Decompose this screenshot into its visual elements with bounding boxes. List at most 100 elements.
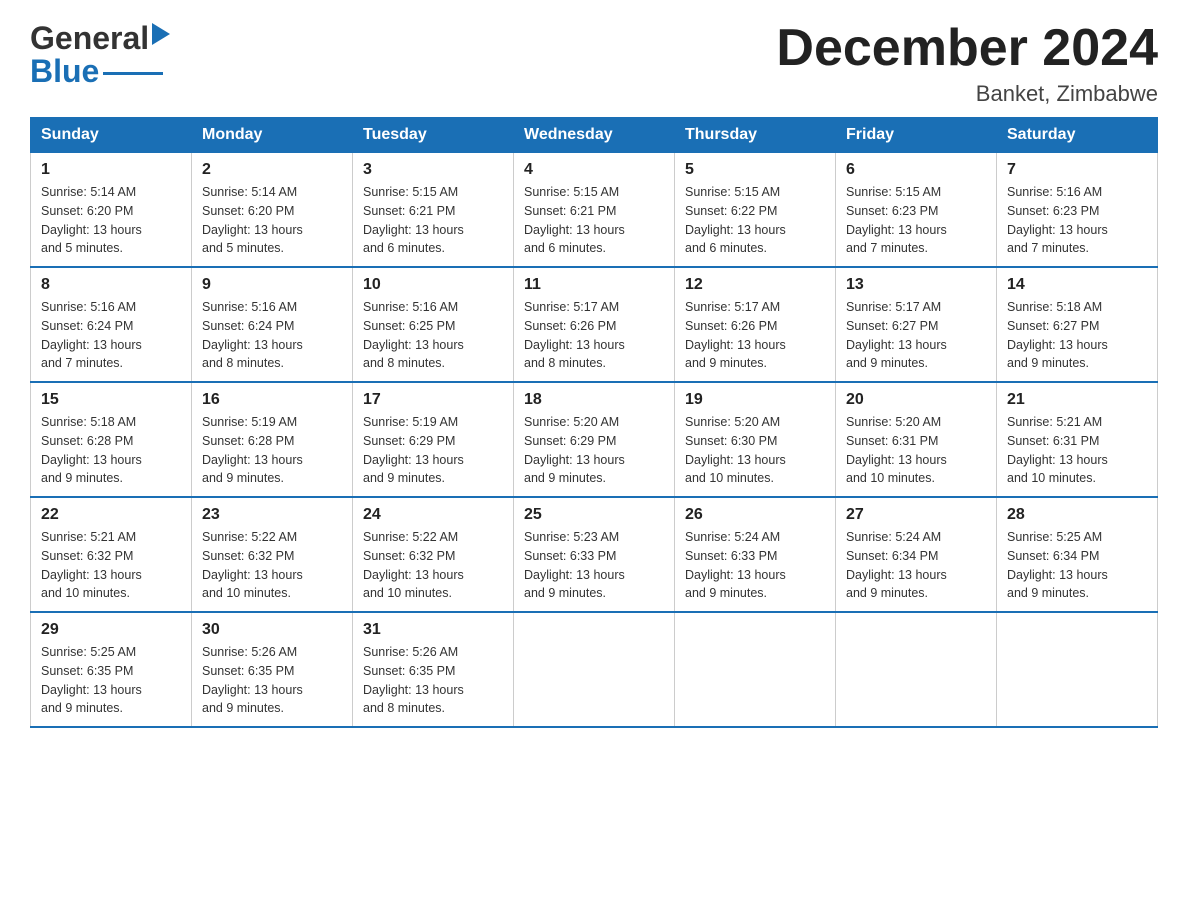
day-number: 5 [685, 161, 825, 179]
day-info: Sunrise: 5:14 AMSunset: 6:20 PMDaylight:… [202, 183, 342, 258]
calendar-cell: 13 Sunrise: 5:17 AMSunset: 6:27 PMDayligh… [836, 267, 997, 382]
day-number: 4 [524, 161, 664, 179]
day-number: 7 [1007, 161, 1147, 179]
day-number: 18 [524, 391, 664, 409]
calendar-cell [514, 612, 675, 727]
calendar-week-row: 1 Sunrise: 5:14 AMSunset: 6:20 PMDaylight… [31, 153, 1158, 268]
day-info: Sunrise: 5:16 AMSunset: 6:24 PMDaylight:… [41, 298, 181, 373]
calendar-cell: 23Sunrise: 5:22 AMSunset: 6:32 PMDayligh… [192, 497, 353, 612]
calendar-cell: 18 Sunrise: 5:20 AMSunset: 6:29 PMDayligh… [514, 382, 675, 497]
day-info: Sunrise: 5:19 AMSunset: 6:29 PMDaylight:… [363, 413, 503, 488]
calendar-cell: 14 Sunrise: 5:18 AMSunset: 6:27 PMDayligh… [997, 267, 1158, 382]
calendar-table: SundayMondayTuesdayWednesdayThursdayFrid… [30, 117, 1158, 728]
day-number: 12 [685, 276, 825, 294]
calendar-cell: 26Sunrise: 5:24 AMSunset: 6:33 PMDayligh… [675, 497, 836, 612]
day-info: Sunrise: 5:19 AMSunset: 6:28 PMDaylight:… [202, 413, 342, 488]
day-number: 9 [202, 276, 342, 294]
calendar-cell: 25Sunrise: 5:23 AMSunset: 6:33 PMDayligh… [514, 497, 675, 612]
day-info: Sunrise: 5:16 AMSunset: 6:25 PMDaylight:… [363, 298, 503, 373]
calendar-cell: 2 Sunrise: 5:14 AMSunset: 6:20 PMDaylight… [192, 153, 353, 268]
day-info: Sunrise: 5:15 AMSunset: 6:21 PMDaylight:… [363, 183, 503, 258]
calendar-cell: 21 Sunrise: 5:21 AMSunset: 6:31 PMDayligh… [997, 382, 1158, 497]
calendar-cell: 15Sunrise: 5:18 AMSunset: 6:28 PMDayligh… [31, 382, 192, 497]
day-number: 27 [846, 506, 986, 524]
day-info: Sunrise: 5:21 AMSunset: 6:32 PMDaylight:… [41, 528, 181, 603]
day-number: 2 [202, 161, 342, 179]
calendar-cell: 19 Sunrise: 5:20 AMSunset: 6:30 PMDayligh… [675, 382, 836, 497]
calendar-cell: 27 Sunrise: 5:24 AMSunset: 6:34 PMDayligh… [836, 497, 997, 612]
header-tuesday: Tuesday [353, 118, 514, 153]
location-subtitle: Banket, Zimbabwe [776, 81, 1158, 107]
calendar-cell: 31Sunrise: 5:26 AMSunset: 6:35 PMDayligh… [353, 612, 514, 727]
header-thursday: Thursday [675, 118, 836, 153]
day-info: Sunrise: 5:17 AMSunset: 6:26 PMDaylight:… [524, 298, 664, 373]
calendar-cell: 24Sunrise: 5:22 AMSunset: 6:32 PMDayligh… [353, 497, 514, 612]
day-number: 28 [1007, 506, 1147, 524]
calendar-week-row: 22 Sunrise: 5:21 AMSunset: 6:32 PMDayligh… [31, 497, 1158, 612]
day-number: 3 [363, 161, 503, 179]
title-area: December 2024 Banket, Zimbabwe [776, 20, 1158, 107]
day-number: 16 [202, 391, 342, 409]
day-info: Sunrise: 5:15 AMSunset: 6:22 PMDaylight:… [685, 183, 825, 258]
calendar-cell: 7 Sunrise: 5:16 AMSunset: 6:23 PMDaylight… [997, 153, 1158, 268]
day-number: 13 [846, 276, 986, 294]
day-number: 17 [363, 391, 503, 409]
day-info: Sunrise: 5:22 AMSunset: 6:32 PMDaylight:… [363, 528, 503, 603]
calendar-week-row: 8 Sunrise: 5:16 AMSunset: 6:24 PMDaylight… [31, 267, 1158, 382]
day-number: 31 [363, 621, 503, 639]
day-info: Sunrise: 5:23 AMSunset: 6:33 PMDaylight:… [524, 528, 664, 603]
day-info: Sunrise: 5:20 AMSunset: 6:29 PMDaylight:… [524, 413, 664, 488]
calendar-cell: 28 Sunrise: 5:25 AMSunset: 6:34 PMDayligh… [997, 497, 1158, 612]
day-number: 23 [202, 506, 342, 524]
calendar-cell: 6Sunrise: 5:15 AMSunset: 6:23 PMDaylight… [836, 153, 997, 268]
calendar-cell: 3 Sunrise: 5:15 AMSunset: 6:21 PMDaylight… [353, 153, 514, 268]
day-info: Sunrise: 5:25 AMSunset: 6:35 PMDaylight:… [41, 643, 181, 718]
calendar-cell: 5 Sunrise: 5:15 AMSunset: 6:22 PMDaylight… [675, 153, 836, 268]
calendar-cell [675, 612, 836, 727]
logo: General Blue [30, 20, 170, 90]
day-number: 1 [41, 161, 181, 179]
day-info: Sunrise: 5:18 AMSunset: 6:27 PMDaylight:… [1007, 298, 1147, 373]
header-saturday: Saturday [997, 118, 1158, 153]
day-info: Sunrise: 5:20 AMSunset: 6:31 PMDaylight:… [846, 413, 986, 488]
header-friday: Friday [836, 118, 997, 153]
logo-general-text: General [30, 20, 149, 57]
day-info: Sunrise: 5:21 AMSunset: 6:31 PMDaylight:… [1007, 413, 1147, 488]
calendar-week-row: 15Sunrise: 5:18 AMSunset: 6:28 PMDayligh… [31, 382, 1158, 497]
day-number: 8 [41, 276, 181, 294]
calendar-cell [997, 612, 1158, 727]
day-number: 11 [524, 276, 664, 294]
day-info: Sunrise: 5:24 AMSunset: 6:33 PMDaylight:… [685, 528, 825, 603]
calendar-cell [836, 612, 997, 727]
calendar-week-row: 29Sunrise: 5:25 AMSunset: 6:35 PMDayligh… [31, 612, 1158, 727]
day-info: Sunrise: 5:26 AMSunset: 6:35 PMDaylight:… [202, 643, 342, 718]
day-info: Sunrise: 5:17 AMSunset: 6:27 PMDaylight:… [846, 298, 986, 373]
day-info: Sunrise: 5:16 AMSunset: 6:23 PMDaylight:… [1007, 183, 1147, 258]
header-monday: Monday [192, 118, 353, 153]
calendar-cell: 12 Sunrise: 5:17 AMSunset: 6:26 PMDayligh… [675, 267, 836, 382]
day-number: 14 [1007, 276, 1147, 294]
day-info: Sunrise: 5:14 AMSunset: 6:20 PMDaylight:… [41, 183, 181, 258]
day-number: 20 [846, 391, 986, 409]
day-info: Sunrise: 5:17 AMSunset: 6:26 PMDaylight:… [685, 298, 825, 373]
day-info: Sunrise: 5:24 AMSunset: 6:34 PMDaylight:… [846, 528, 986, 603]
calendar-cell: 16 Sunrise: 5:19 AMSunset: 6:28 PMDayligh… [192, 382, 353, 497]
day-number: 19 [685, 391, 825, 409]
calendar-cell: 10Sunrise: 5:16 AMSunset: 6:25 PMDayligh… [353, 267, 514, 382]
header-sunday: Sunday [31, 118, 192, 153]
header-wednesday: Wednesday [514, 118, 675, 153]
day-number: 21 [1007, 391, 1147, 409]
day-info: Sunrise: 5:25 AMSunset: 6:34 PMDaylight:… [1007, 528, 1147, 603]
day-info: Sunrise: 5:18 AMSunset: 6:28 PMDaylight:… [41, 413, 181, 488]
month-year-title: December 2024 [776, 20, 1158, 77]
day-number: 30 [202, 621, 342, 639]
calendar-header-row: SundayMondayTuesdayWednesdayThursdayFrid… [31, 118, 1158, 153]
page-header: General Blue December 2024 Banket, Zimba… [30, 20, 1158, 107]
day-info: Sunrise: 5:20 AMSunset: 6:30 PMDaylight:… [685, 413, 825, 488]
logo-blue-text: Blue [30, 53, 99, 90]
day-number: 6 [846, 161, 986, 179]
calendar-cell: 1 Sunrise: 5:14 AMSunset: 6:20 PMDaylight… [31, 153, 192, 268]
day-info: Sunrise: 5:16 AMSunset: 6:24 PMDaylight:… [202, 298, 342, 373]
calendar-cell: 17 Sunrise: 5:19 AMSunset: 6:29 PMDayligh… [353, 382, 514, 497]
day-number: 22 [41, 506, 181, 524]
